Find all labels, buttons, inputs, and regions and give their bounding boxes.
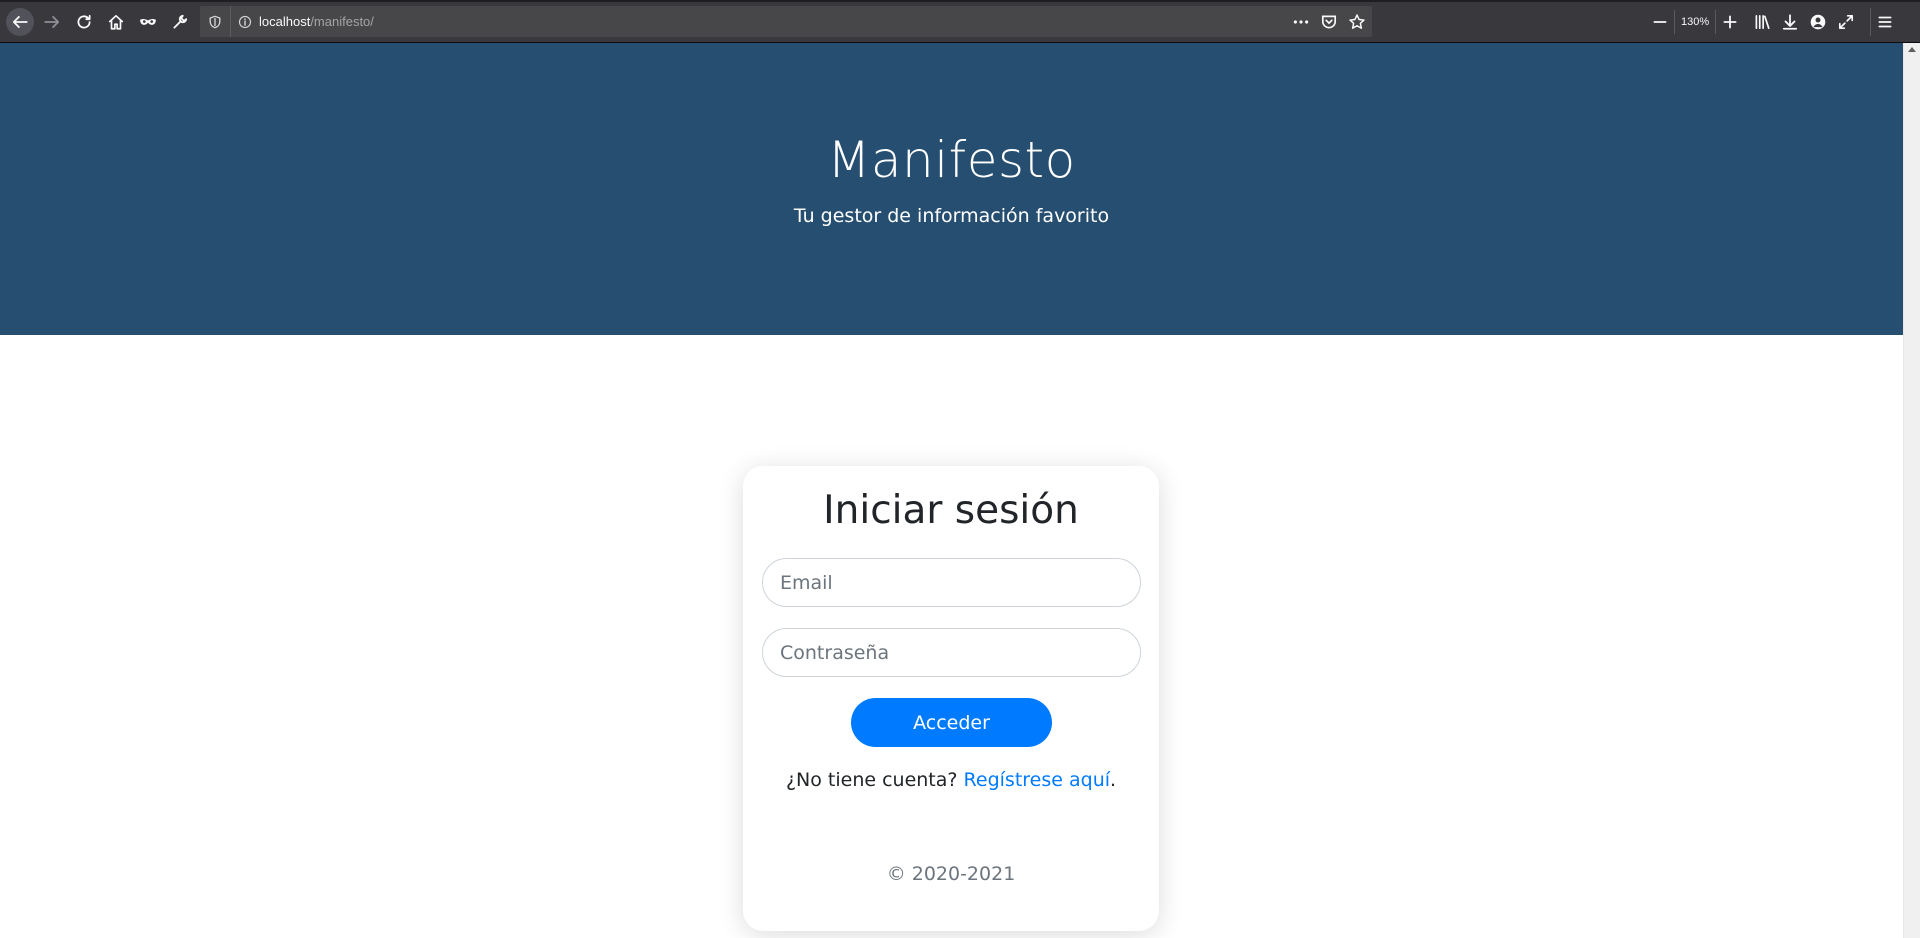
downloads-button[interactable]	[1776, 8, 1804, 36]
toolbar-right: 130%	[1646, 6, 1899, 37]
account-button[interactable]	[1804, 8, 1832, 36]
no-account-text: ¿No tiene cuenta?	[785, 769, 958, 791]
download-icon	[1783, 13, 1798, 30]
mask-icon	[140, 18, 156, 25]
site-title: Manifesto	[827, 131, 1076, 189]
url-bar[interactable]: localhost/manifesto/	[200, 6, 1372, 37]
scroll-up-arrow-icon[interactable]	[1908, 47, 1916, 52]
library-icon	[1755, 14, 1770, 29]
login-heading: Iniciar sesión	[823, 488, 1079, 533]
wrench-icon	[173, 14, 188, 29]
reload-icon	[77, 14, 91, 29]
url-text[interactable]: localhost/manifesto/	[259, 14, 374, 29]
browser-toolbar: localhost/manifesto/ 130%	[0, 0, 1920, 43]
fullscreen-button[interactable]	[1832, 8, 1860, 36]
more-dots-icon[interactable]	[1292, 13, 1310, 31]
reload-button[interactable]	[70, 8, 98, 36]
url-actions	[1292, 6, 1366, 37]
url-path: /manifesto/	[310, 14, 374, 29]
tab-strip	[0, 0, 1920, 2]
zoom-in-button[interactable]	[1716, 8, 1744, 36]
pocket-icon[interactable]	[1320, 13, 1338, 31]
minus-icon	[1653, 20, 1667, 23]
arrow-left-icon	[12, 16, 28, 28]
expand-icon	[1839, 14, 1854, 29]
home-button[interactable]	[102, 8, 130, 36]
plus-icon	[1723, 14, 1737, 29]
page-viewport: Manifesto Tu gestor de información favor…	[0, 43, 1903, 938]
register-link[interactable]: Regístrese aquí	[964, 769, 1110, 791]
password-field[interactable]	[762, 628, 1141, 677]
copyright-text: © 2020-2021	[886, 863, 1016, 885]
arrow-right-icon	[44, 16, 60, 28]
register-prompt: ¿No tiene cuenta? Regístrese aquí.	[743, 769, 1159, 791]
star-icon[interactable]	[1348, 13, 1366, 31]
hero-banner: Manifesto Tu gestor de información favor…	[0, 43, 1903, 335]
register-suffix: .	[1110, 769, 1117, 791]
zoom-level[interactable]: 130%	[1674, 9, 1717, 34]
login-card: Iniciar sesión Acceder ¿No tiene cuenta?…	[743, 466, 1159, 931]
library-button[interactable]	[1748, 8, 1776, 36]
site-subtitle: Tu gestor de información favorito	[793, 205, 1110, 227]
shield-icon[interactable]	[200, 6, 231, 37]
menu-button[interactable]	[1870, 7, 1899, 36]
developer-tools-button[interactable]	[166, 8, 194, 36]
zoom-out-button[interactable]	[1646, 8, 1674, 36]
url-host: localhost	[259, 14, 311, 29]
vertical-scrollbar[interactable]	[1903, 43, 1920, 938]
email-field[interactable]	[762, 558, 1141, 607]
account-icon	[1810, 14, 1826, 29]
info-icon[interactable]	[231, 15, 259, 29]
hamburger-menu-icon	[1878, 16, 1892, 27]
forward-button[interactable]	[38, 8, 66, 36]
login-button[interactable]: Acceder	[851, 698, 1052, 747]
private-browsing-button[interactable]	[134, 8, 162, 36]
home-icon	[108, 14, 124, 30]
back-button[interactable]	[6, 8, 34, 36]
